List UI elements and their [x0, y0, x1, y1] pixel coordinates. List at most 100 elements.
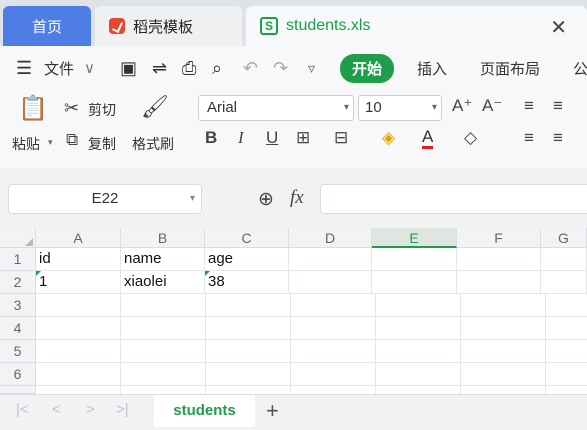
shrink-font-button[interactable]: A⁻: [482, 96, 502, 116]
cell-c1[interactable]: age: [205, 248, 289, 271]
tab-templates[interactable]: 稻壳模板: [95, 6, 242, 46]
row-header[interactable]: 1: [0, 248, 36, 271]
merge-cells-icon[interactable]: ⊟: [334, 128, 348, 148]
copy-icon[interactable]: ⧉: [66, 130, 78, 150]
grow-font-button[interactable]: A⁺: [452, 96, 472, 116]
sheet-bar: |< < > >| students +: [0, 394, 587, 430]
empty-cells-area[interactable]: [36, 294, 587, 394]
row-header[interactable]: 2: [0, 271, 36, 294]
border-icon[interactable]: ⊞: [296, 128, 310, 148]
more-icon[interactable]: ▿: [308, 60, 315, 77]
column-header[interactable]: B: [121, 228, 205, 248]
column-header[interactable]: C: [205, 228, 289, 248]
format-painter-icon[interactable]: 🖌: [141, 94, 169, 120]
cell-a2[interactable]: 1: [36, 271, 121, 294]
cell[interactable]: [289, 248, 372, 271]
number-as-text-indicator-icon: [36, 271, 41, 276]
tab-home[interactable]: 首页: [3, 6, 91, 46]
bold-button[interactable]: B: [205, 128, 217, 148]
close-icon[interactable]: ✕: [550, 15, 567, 40]
print-icon[interactable]: ⎙: [182, 58, 196, 79]
row-header[interactable]: 6: [0, 363, 36, 386]
tab-page-layout[interactable]: 页面布局: [480, 58, 540, 79]
row-header[interactable]: 3: [0, 294, 36, 317]
cell-c2-value: 38: [208, 273, 225, 290]
cell-b1[interactable]: name: [121, 248, 205, 271]
redo-icon[interactable]: ↷: [273, 58, 288, 79]
copy-button[interactable]: 复制: [88, 134, 116, 154]
corner-triangle-icon: [25, 238, 33, 246]
tab-insert[interactable]: 插入: [417, 58, 447, 79]
sheet-tab-students[interactable]: students: [154, 395, 255, 427]
cell[interactable]: [541, 271, 587, 294]
tab-home-label: 首页: [31, 18, 62, 36]
prev-sheet-icon[interactable]: <: [52, 401, 61, 418]
select-all-corner[interactable]: [0, 228, 36, 248]
cell-c2[interactable]: 38: [205, 271, 289, 294]
format-painter-button[interactable]: 格式刷: [132, 134, 174, 154]
paste-button[interactable]: 粘贴: [12, 134, 40, 154]
menu-toolbar: ☰ 文件 ∨ ▣ ⇌ ⎙ ⌕ ↶ ↷ ▿ 开始 插入 页面布局 公: [0, 46, 587, 90]
print-preview-icon[interactable]: ⌕: [212, 58, 222, 79]
fill-color-icon[interactable]: ◈: [382, 128, 395, 148]
row-header[interactable]: 5: [0, 340, 36, 363]
formula-input[interactable]: [320, 184, 587, 214]
cell[interactable]: [457, 271, 541, 294]
cell[interactable]: [289, 271, 372, 294]
align-middle-icon[interactable]: ≡: [553, 96, 563, 116]
cell[interactable]: [372, 271, 457, 294]
save-icon[interactable]: ▣: [120, 58, 137, 79]
next-sheet-icon[interactable]: >: [86, 401, 95, 418]
cell[interactable]: [372, 248, 457, 271]
column-header[interactable]: F: [457, 228, 541, 248]
cell-a1[interactable]: id: [36, 248, 121, 271]
sheet-tab-label: students: [173, 402, 236, 419]
column-header-selected[interactable]: E: [372, 228, 457, 248]
add-sheet-icon[interactable]: +: [266, 398, 279, 424]
spreadsheet-icon: S: [260, 17, 278, 35]
export-icon[interactable]: ⇌: [152, 58, 167, 79]
fx-icon[interactable]: fx: [290, 187, 304, 209]
column-header[interactable]: D: [289, 228, 372, 248]
font-size-value: 10: [365, 99, 382, 116]
paste-icon[interactable]: 📋: [18, 94, 48, 123]
column-header[interactable]: G: [541, 228, 587, 248]
column-header[interactable]: A: [36, 228, 121, 248]
undo-icon[interactable]: ↶: [243, 58, 258, 79]
row-header[interactable]: [0, 386, 36, 394]
font-size-select[interactable]: 10 ▾: [358, 95, 442, 121]
templates-icon: [109, 18, 125, 34]
align-left-icon[interactable]: ≡: [524, 128, 534, 148]
scissors-icon[interactable]: ✂: [64, 98, 79, 119]
tab-file-label: students.xls: [286, 17, 371, 34]
cell-b2[interactable]: xiaolei: [121, 271, 205, 294]
tab-formulas[interactable]: 公: [573, 58, 587, 79]
font-color-button[interactable]: A: [422, 128, 434, 149]
cell[interactable]: [541, 248, 587, 271]
tab-templates-label: 稻壳模板: [133, 18, 194, 36]
tab-bar: 首页 稻壳模板 S students.xls ✕: [0, 0, 587, 46]
font-family-select[interactable]: Arial ▾: [198, 95, 354, 121]
tab-file[interactable]: S students.xls ✕: [246, 6, 587, 46]
font-family-value: Arial: [207, 99, 238, 116]
name-box[interactable]: E22 ▾: [8, 184, 202, 214]
zoom-icon[interactable]: ⊕: [258, 188, 274, 211]
align-top-icon[interactable]: ≡: [524, 96, 534, 116]
row-header[interactable]: 4: [0, 317, 36, 340]
italic-button[interactable]: I: [238, 128, 244, 148]
last-sheet-icon[interactable]: >|: [116, 401, 129, 418]
align-center-icon[interactable]: ≡: [553, 128, 563, 148]
ribbon: 📋 粘贴 ▾ ✂ 剪切 ⧉ 复制 🖌 格式刷 Arial ▾ 10 ▾ A⁺ A…: [0, 90, 587, 169]
hamburger-menu-icon[interactable]: ☰: [16, 58, 32, 79]
chevron-down-icon: ▾: [189, 193, 195, 204]
paste-dropdown-icon[interactable]: ▾: [48, 137, 53, 148]
clear-format-icon[interactable]: ◇: [464, 128, 477, 148]
underline-button[interactable]: U: [266, 128, 278, 148]
cut-button[interactable]: 剪切: [88, 100, 116, 120]
chevron-down-icon[interactable]: ∨: [84, 59, 95, 77]
first-sheet-icon[interactable]: |<: [16, 401, 29, 418]
chevron-down-icon: ▾: [431, 102, 437, 113]
tab-start[interactable]: 开始: [340, 53, 395, 83]
cell[interactable]: [457, 248, 541, 271]
file-menu[interactable]: 文件: [44, 58, 74, 79]
